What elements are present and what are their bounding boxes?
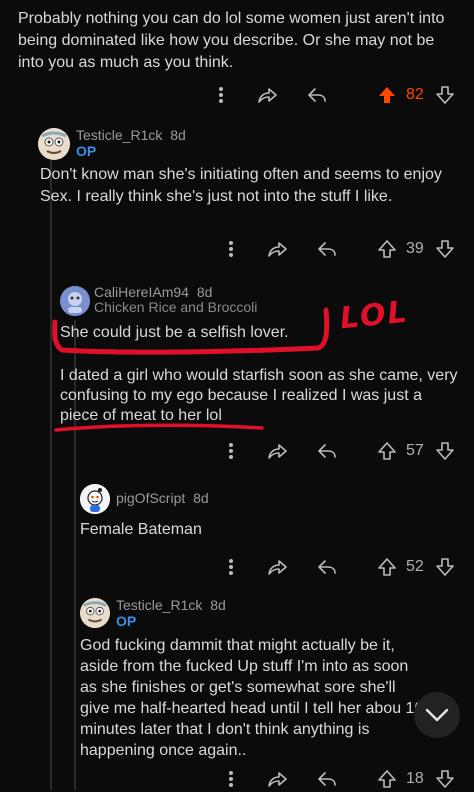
avatar[interactable] xyxy=(38,128,70,160)
username[interactable]: Testicle_R1ck 8d xyxy=(76,127,186,143)
downvote-icon xyxy=(436,770,454,788)
reply-icon xyxy=(318,560,336,574)
downvote-button[interactable] xyxy=(432,554,458,580)
comment-age: 8d xyxy=(196,284,213,300)
vote-count: 18 xyxy=(406,770,424,787)
more-icon xyxy=(229,559,233,575)
upvote-button[interactable] xyxy=(374,766,400,792)
username[interactable]: pigOfScript 8d xyxy=(116,490,209,506)
reply-button[interactable] xyxy=(314,554,340,580)
downvote-button[interactable] xyxy=(432,82,458,108)
comment-body: Female Bateman xyxy=(80,521,202,538)
comment-body: She could just be a selfish lover. xyxy=(60,324,289,341)
more-button[interactable] xyxy=(218,554,244,580)
lol-annotation: LOL xyxy=(338,294,411,337)
more-icon xyxy=(229,771,233,787)
comment-body: Don't know man she's initiating often an… xyxy=(40,166,442,205)
share-icon xyxy=(258,88,277,103)
chevron-down-icon xyxy=(425,708,449,722)
share-button[interactable] xyxy=(264,554,290,580)
username[interactable]: CaliHereIAm94 8d xyxy=(94,284,212,300)
downvote-icon xyxy=(436,442,454,460)
share-button[interactable] xyxy=(264,438,290,464)
more-icon xyxy=(219,87,223,103)
downvote-icon xyxy=(436,86,454,104)
username-text[interactable]: pigOfScript xyxy=(116,490,185,506)
downvote-button[interactable] xyxy=(432,766,458,792)
username[interactable]: Testicle_R1ck 8d xyxy=(116,597,226,613)
avatar[interactable] xyxy=(80,484,110,514)
downvote-icon xyxy=(436,558,454,576)
thread-line xyxy=(50,160,52,790)
downvote-button[interactable] xyxy=(432,438,458,464)
avatar[interactable] xyxy=(80,598,110,628)
share-button[interactable] xyxy=(264,766,290,792)
share-icon xyxy=(268,772,287,787)
upvote-icon xyxy=(378,442,396,460)
vote-count: 52 xyxy=(406,558,424,575)
op-flair: OP xyxy=(76,143,97,159)
reply-icon xyxy=(318,444,336,458)
upvote-icon xyxy=(378,240,396,258)
upvote-button[interactable] xyxy=(374,82,400,108)
reply-button[interactable] xyxy=(304,82,330,108)
op-flair: OP xyxy=(116,613,137,629)
upvote-button[interactable] xyxy=(374,438,400,464)
downvote-icon xyxy=(436,240,454,258)
username-text[interactable]: Testicle_R1ck xyxy=(76,127,162,143)
share-icon xyxy=(268,242,287,257)
upvote-icon xyxy=(378,558,396,576)
reply-icon xyxy=(318,772,336,786)
more-icon xyxy=(229,443,233,459)
more-button[interactable] xyxy=(208,82,234,108)
reply-icon xyxy=(308,88,326,102)
more-button[interactable] xyxy=(218,766,244,792)
comment-body: I dated a girl who would starfish soon a… xyxy=(60,367,458,424)
comment-age: 8d xyxy=(170,127,186,143)
more-button[interactable] xyxy=(218,236,244,262)
upvote-icon xyxy=(378,770,396,788)
vote-count: 39 xyxy=(406,240,424,257)
upvote-button[interactable] xyxy=(374,554,400,580)
reply-button[interactable] xyxy=(314,766,340,792)
avatar[interactable] xyxy=(60,286,90,316)
downvote-button[interactable] xyxy=(432,236,458,262)
share-button[interactable] xyxy=(264,236,290,262)
reply-icon xyxy=(318,242,336,256)
vote-count: 82 xyxy=(406,86,424,103)
username-text[interactable]: Testicle_R1ck xyxy=(116,597,202,613)
comment-age: 8d xyxy=(210,597,226,613)
comment-body: God fucking dammit that might actually b… xyxy=(80,637,424,759)
comment-body: Probably nothing you can do lol some wom… xyxy=(18,10,445,71)
share-button[interactable] xyxy=(254,82,280,108)
share-icon xyxy=(268,444,287,459)
vote-count: 57 xyxy=(406,442,424,459)
comment-age: 8d xyxy=(193,490,209,506)
reply-button[interactable] xyxy=(314,236,340,262)
username-text[interactable]: CaliHereIAm94 xyxy=(94,284,189,300)
upvote-button[interactable] xyxy=(374,236,400,262)
more-button[interactable] xyxy=(218,438,244,464)
user-flair: Chicken Rice and Broccoli xyxy=(94,299,258,315)
reply-button[interactable] xyxy=(314,438,340,464)
upvote-icon xyxy=(379,87,395,103)
more-icon xyxy=(229,241,233,257)
share-icon xyxy=(268,560,287,575)
scroll-down-button[interactable] xyxy=(414,692,460,738)
